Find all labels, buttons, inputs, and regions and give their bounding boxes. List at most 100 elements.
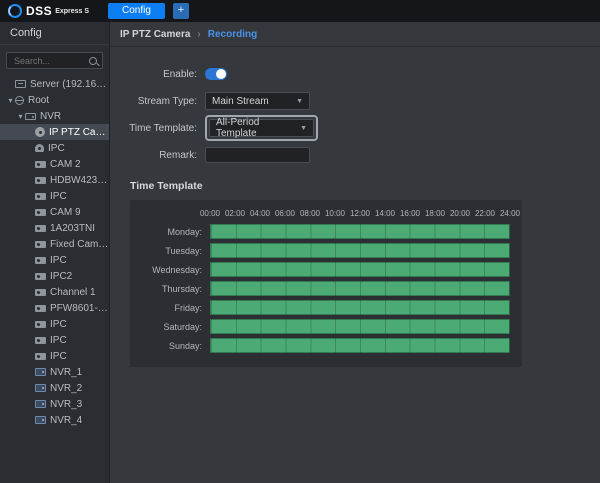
schedule-row: Thursday: [142,279,510,298]
tree-item[interactable]: IPC [0,252,109,268]
tree-item[interactable]: NVR_3 [0,396,109,412]
tree-item[interactable]: HDBW4231F-E2-M [0,172,109,188]
time-tick-label: 16:00 [400,209,420,218]
nvr-device-icon [35,368,46,376]
app-logo-text: DSS [26,4,52,18]
add-tab-button[interactable]: + [173,3,189,19]
tree-item[interactable]: 1A203TNI [0,220,109,236]
camera-icon [35,289,46,296]
schedule-row: Tuesday: [142,241,510,260]
tree-item[interactable]: IPC [0,332,109,348]
time-tick-label: 12:00 [350,209,370,218]
tree-item[interactable]: IPC [0,188,109,204]
search-input[interactable] [12,55,86,67]
time-template-label: Time Template: [110,123,205,134]
tree-item[interactable]: IPC [0,316,109,332]
tree-item[interactable]: NVR_4 [0,412,109,428]
tree-item-label: IPC [50,319,67,330]
tree-item-label: Channel 1 [50,287,96,298]
camera-icon [35,321,46,328]
nvr-device-icon [35,384,46,392]
remark-input[interactable] [205,147,310,163]
schedule-bar[interactable] [210,300,510,315]
tree-item-label: NVR_1 [50,367,82,378]
day-label: Monday: [142,227,210,237]
breadcrumb-parent[interactable]: IP PTZ Camera [120,29,190,40]
tree-item[interactable]: NVR_2 [0,380,109,396]
enable-label: Enable: [110,69,205,80]
tree-item[interactable]: IP PTZ Camera [0,124,109,140]
tree-item[interactable]: Server (192.168.2.124) [0,76,109,92]
tree-item-label: NVR_4 [50,415,82,426]
time-tick-label: 22:00 [475,209,495,218]
tree-item[interactable]: Channel 1 [0,284,109,300]
search-box[interactable] [6,52,103,69]
schedule-bar[interactable] [210,243,510,258]
schedule-bar[interactable] [210,281,510,296]
schedule-track[interactable] [210,224,510,239]
time-tick-label: 02:00 [225,209,245,218]
schedule-bar[interactable] [210,338,510,353]
camera-icon [35,193,46,200]
expand-arrow-icon[interactable]: ▾ [16,112,25,121]
schedule-row: Saturday: [142,317,510,336]
dss-logo-icon [8,4,22,18]
tree-item-label: IPC [50,255,67,266]
main-content: IP PTZ Camera › Recording Enable: Stream… [110,22,600,483]
tree-item[interactable]: NVR_1 [0,364,109,380]
tree-item[interactable]: CAM 9 [0,204,109,220]
stream-type-label: Stream Type: [110,96,205,107]
search-icon[interactable] [89,57,97,65]
schedule-row: Friday: [142,298,510,317]
schedule-track[interactable] [210,300,510,315]
top-bar: DSS Express S Config + [0,0,600,22]
tree-item[interactable]: Fixed Camera [0,236,109,252]
tree-item-label: NVR [40,111,61,122]
schedule-track[interactable] [210,243,510,258]
tree-item-label: Fixed Camera [50,239,109,250]
stream-type-select[interactable]: Main Stream ▼ [205,92,310,110]
dropdown-caret-icon: ▼ [296,98,303,105]
tree-item[interactable]: PFW8601-A180 [0,300,109,316]
schedule-track[interactable] [210,319,510,334]
schedule-rows: Monday:Tuesday:Wednesday:Thursday:Friday… [142,222,510,355]
time-tick-label: 06:00 [275,209,295,218]
tree-item-label: NVR_3 [50,399,82,410]
tree-item[interactable]: IPC [0,348,109,364]
time-tick-label: 00:00 [200,209,220,218]
tree-item-label: Root [28,95,49,106]
tree-item[interactable]: IPC2 [0,268,109,284]
schedule-track[interactable] [210,338,510,353]
time-template-section-title: Time Template [130,180,600,192]
tree-item[interactable]: CAM 2 [0,156,109,172]
time-template-row: Time Template: All-Period Template ▼ [110,119,600,137]
tree-item-label: PFW8601-A180 [50,303,109,314]
time-template-select[interactable]: All-Period Template ▼ [209,119,314,137]
dome-camera-icon [35,144,44,152]
tree-item-label: IPC [50,191,67,202]
camera-icon [35,225,46,232]
camera-icon [35,209,46,216]
tree-item[interactable]: ▾ NVR [0,108,109,124]
schedule-bar[interactable] [210,224,510,239]
tree-item[interactable]: ▾ Root [0,92,109,108]
remark-row: Remark: [110,146,600,164]
schedule-track[interactable] [210,281,510,296]
recording-form: Enable: Stream Type: Main Stream ▼ Time … [110,65,600,164]
schedule-bar[interactable] [210,319,510,334]
schedule-bar[interactable] [210,262,510,277]
camera-icon [35,337,46,344]
tree-item[interactable]: IPC [0,140,109,156]
enable-toggle[interactable] [205,68,227,80]
time-tick-label: 04:00 [250,209,270,218]
schedule-track[interactable] [210,262,510,277]
day-label: Saturday: [142,322,210,332]
enable-row: Enable: [110,65,600,83]
expand-arrow-icon[interactable]: ▾ [6,96,15,105]
camera-icon [35,177,46,184]
device-tree: Server (192.168.2.124) ▾ Root ▾ NVR IP P… [0,76,109,428]
day-label: Tuesday: [142,246,210,256]
tab-config[interactable]: Config [108,3,165,19]
time-template-grid: 00:0002:0004:0006:0008:0010:0012:0014:00… [130,200,522,367]
tree-item-label: CAM 9 [50,207,81,218]
